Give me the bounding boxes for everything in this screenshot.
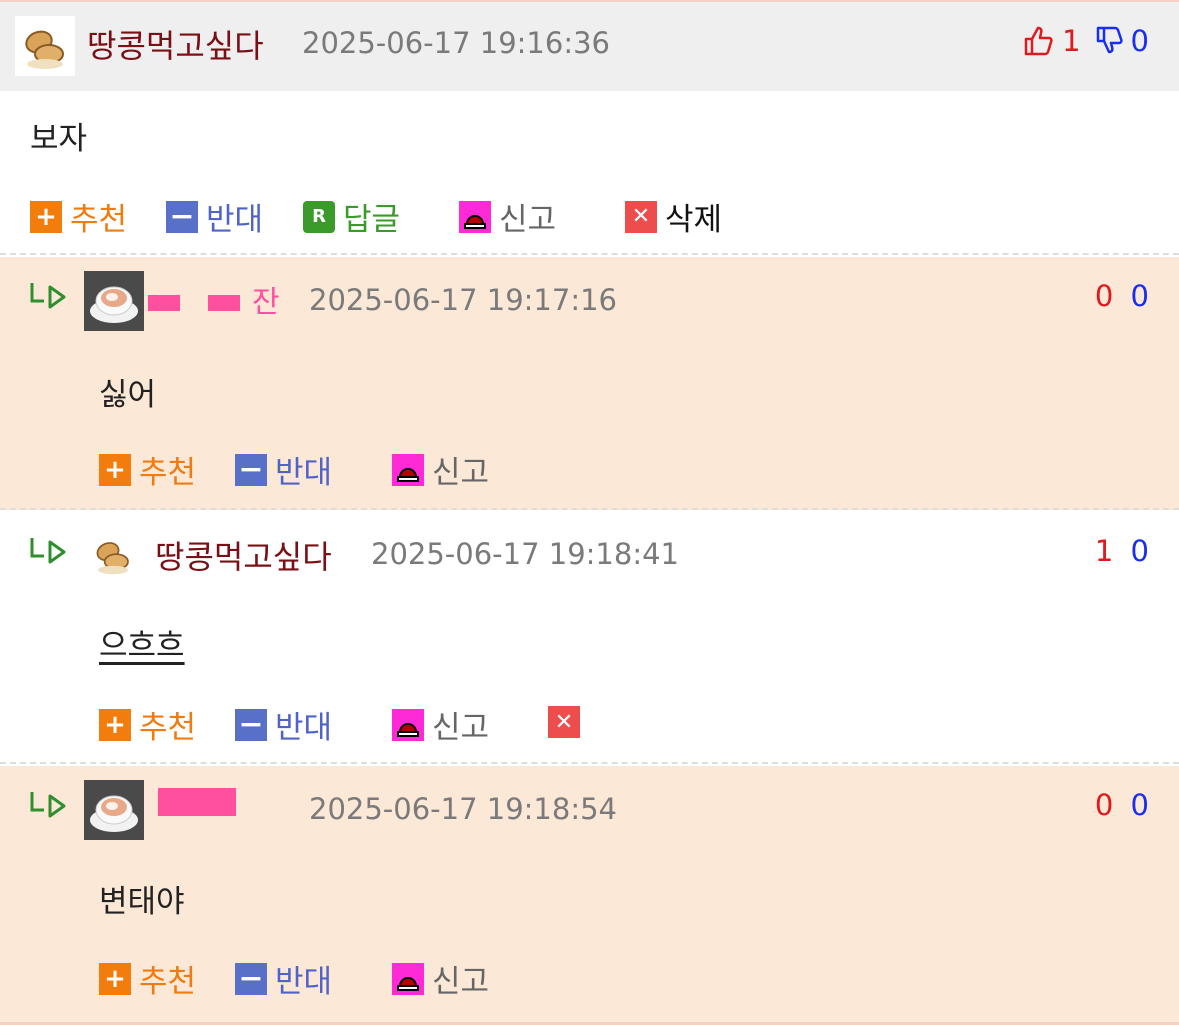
comment-text: 싫어 [99, 377, 157, 413]
comment-text: 보자 [30, 121, 88, 157]
report-button[interactable]: 신고 [459, 194, 556, 239]
comment-timestamp: 2025-06-17 19:16:36 [302, 26, 610, 60]
plus-icon: + [99, 453, 131, 486]
reply-arrow-icon [30, 538, 66, 564]
delete-button[interactable]: ✕ 삭제 [625, 194, 722, 239]
close-icon: ✕ [625, 200, 657, 233]
report-button[interactable]: 신고 [392, 447, 489, 492]
downvote-count: 0 [1130, 788, 1149, 822]
comment-timestamp: 2025-06-17 19:17:16 [309, 283, 617, 317]
comment-text: 으흐흐 [99, 628, 185, 664]
oppose-button[interactable]: − 반대 [235, 956, 332, 1001]
oppose-button[interactable]: − 반대 [235, 702, 332, 747]
reply-comment: 땅콩먹고싶다 2025-06-17 19:18:41 1 0 으흐흐 + 추천 −… [0, 512, 1179, 764]
recommend-button[interactable]: + 추천 [99, 447, 196, 492]
peanut-avatar [15, 16, 75, 76]
plus-icon: + [99, 708, 131, 741]
siren-icon [392, 708, 424, 741]
minus-icon: − [166, 200, 198, 233]
vote-counts: 0 0 [1095, 788, 1149, 822]
siren-icon [392, 962, 424, 995]
downvote-count: 0 [1130, 24, 1149, 58]
reply-comment: 잔 2025-06-17 19:17:16 0 0 싫어 + 추천 − 반대 신고 [0, 257, 1179, 510]
minus-icon: − [235, 453, 267, 486]
comment-text: 변태야 [99, 884, 185, 920]
recommend-button[interactable]: + 추천 [30, 194, 127, 239]
upvote-count: 0 [1094, 788, 1114, 822]
vote-counts: 1 0 [1095, 534, 1149, 568]
comment-timestamp: 2025-06-17 19:18:54 [309, 792, 617, 826]
oppose-button[interactable]: − 반대 [235, 447, 332, 492]
plus-icon: + [99, 962, 131, 995]
recommend-button[interactable]: + 추천 [99, 702, 196, 747]
author-nickname[interactable]: 땅콩먹고싶다 [155, 532, 332, 578]
comment-timestamp: 2025-06-17 19:18:41 [371, 537, 679, 571]
delete-button[interactable]: ✕ [548, 706, 588, 738]
reply-button[interactable]: R 답글 [303, 194, 400, 239]
downvote-count: 0 [1130, 279, 1149, 313]
minus-icon: − [235, 962, 267, 995]
author-nickname[interactable]: 땅콩먹고싶다 [87, 21, 264, 67]
reply-icon: R [303, 200, 335, 233]
oppose-button[interactable]: − 반대 [166, 194, 263, 239]
thumbs-down-icon [1096, 26, 1123, 54]
minus-icon: − [235, 708, 267, 741]
vote-counts: 0 0 [1095, 279, 1149, 313]
author-nickname[interactable]: 잔 [252, 277, 280, 321]
downvote-count: 0 [1130, 534, 1149, 568]
coffee-avatar [84, 271, 144, 331]
upvote-count: 1 [1062, 24, 1081, 58]
peanut-avatar [88, 530, 138, 580]
close-icon: ✕ [548, 706, 580, 738]
upvote-count: 1 [1094, 534, 1114, 568]
redacted-mark [148, 295, 180, 311]
siren-icon [459, 200, 491, 233]
siren-icon [392, 453, 424, 486]
thumbs-up-icon [1024, 26, 1053, 56]
report-button[interactable]: 신고 [392, 702, 489, 747]
reply-comment: 2025-06-17 19:18:54 0 0 변태야 + 추천 − 반대 신고 [0, 766, 1179, 1025]
redacted-mark [208, 295, 240, 311]
coffee-avatar [84, 780, 144, 840]
comment-body: 보자 + 추천 − 반대 R 답글 신고 ✕ 삭제 [0, 91, 1179, 255]
vote-counts: 1 0 [1022, 24, 1149, 58]
plus-icon: + [30, 200, 62, 233]
recommend-button[interactable]: + 추천 [99, 956, 196, 1001]
report-button[interactable]: 신고 [392, 956, 489, 1001]
reply-arrow-icon [30, 792, 66, 818]
reply-arrow-icon [30, 283, 66, 309]
redacted-nickname [158, 788, 236, 816]
comment-header: 땅콩먹고싶다 2025-06-17 19:16:36 1 0 [0, 0, 1179, 91]
upvote-count: 0 [1094, 279, 1114, 313]
